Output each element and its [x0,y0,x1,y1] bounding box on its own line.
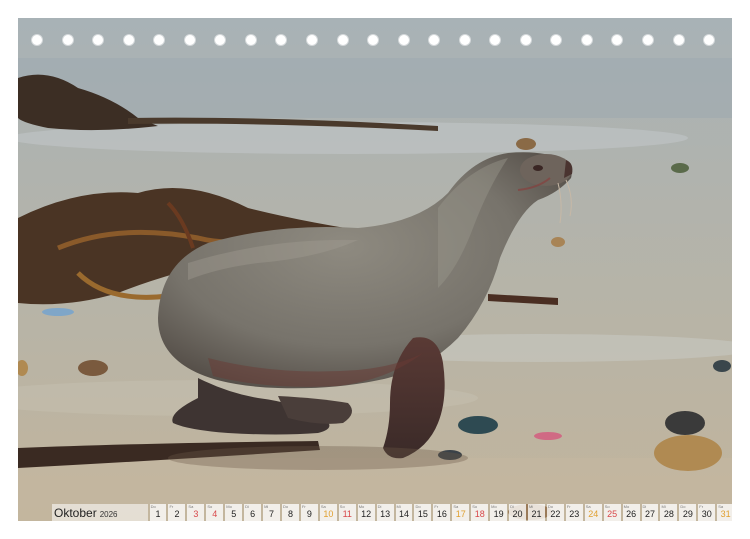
day-number: 26 [626,509,637,519]
month-label: Oktober 2026 [52,504,148,521]
day-cell: Mi 7 [263,504,281,521]
day-number: 31 [720,509,731,519]
day-cell: So 11 [338,504,356,521]
photo-illustration [18,18,732,521]
day-cell: Mi 28 [660,504,678,521]
day-number: 19 [493,509,504,519]
day-cell: Mo 19 [490,504,508,521]
day-cell: Di 13 [376,504,394,521]
binding-hole [428,34,441,46]
day-cell: So 18 [471,504,489,521]
binding-hole [367,34,380,46]
day-cell: Sa 31 [717,504,732,521]
day-number: 5 [231,509,237,519]
day-number: 8 [287,509,293,519]
binding-hole [703,34,716,46]
month-name: Oktober [54,506,97,520]
binding-hole [153,34,166,46]
day-number: 3 [193,509,199,519]
day-number: 28 [663,509,674,519]
day-cell: Fr 2 [168,504,186,521]
binding-hole [611,34,624,46]
seal-beach-photo: Oktober 2026 Do 1 Fr 2 Sa 3 So 4 Mo 5 Di 6 Mi 7 Do 8 Fr 9… [18,18,732,521]
binding-hole [397,34,410,46]
day-cell: Mo 26 [622,504,640,521]
binding-hole [214,34,227,46]
binding-hole [336,34,349,46]
day-cell: Mo 5 [225,504,243,521]
day-number: 20 [512,509,523,519]
binding-hole [458,34,471,46]
day-cell: Sa 24 [584,504,602,521]
day-number: 27 [644,509,655,519]
day-cell: Sa 3 [187,504,205,521]
day-number: 22 [550,509,561,519]
day-cell: Do 8 [282,504,299,521]
day-number: 25 [607,509,618,519]
day-cell: Fr 16 [433,504,451,521]
day-number: 4 [212,509,218,519]
day-number: 21 [531,509,542,519]
binding-hole [244,34,257,46]
day-cell: Sa 10 [319,504,337,521]
day-cell: Di 6 [244,504,262,521]
binding-hole [672,34,685,46]
binding-hole [275,34,288,46]
day-number: 12 [361,509,372,519]
binding-hole [550,34,563,46]
binding-hole [519,34,532,46]
day-cell: Do 29 [679,504,697,521]
day-number: 29 [682,509,693,519]
day-cell: Do 22 [546,504,564,521]
day-cell: Do 15 [414,504,432,521]
day-number: 6 [250,509,256,519]
day-number: 7 [269,509,275,519]
day-cell: Sa 17 [452,504,470,521]
binding-hole [305,34,318,46]
day-number: 23 [569,509,580,519]
day-number: 15 [417,509,428,519]
day-cell: Do 1 [149,504,167,521]
binding-holes [18,18,732,60]
calendar-day-strip: Oktober 2026 Do 1 Fr 2 Sa 3 So 4 Mo 5 Di 6 Mi 7 Do 8 Fr 9… [52,504,732,521]
day-cell: Mo 12 [357,504,375,521]
day-number: 9 [306,509,312,519]
day-cell: Mi 14 [395,504,413,521]
binding-hole [489,34,502,46]
day-cell: Fr 9 [300,504,318,521]
day-cell: Di 20 [509,504,526,521]
day-number: 2 [174,509,180,519]
binding-hole [580,34,593,46]
day-number: 13 [380,509,391,519]
calendar-page: Oktober 2026 Do 1 Fr 2 Sa 3 So 4 Mo 5 Di 6 Mi 7 Do 8 Fr 9… [0,0,750,539]
day-number: 16 [436,509,447,519]
binding-hole [92,34,105,46]
month-year: 2026 [99,510,118,519]
day-number: 17 [455,509,466,519]
day-number: 10 [323,509,334,519]
day-cell: Di 27 [641,504,659,521]
day-cell: Mi 21 [528,504,545,521]
binding-hole [122,34,135,46]
day-number: 14 [399,509,410,519]
day-cell: So 4 [206,504,224,521]
binding-hole [61,34,74,46]
day-number: 1 [155,509,161,519]
day-number: 30 [701,509,712,519]
binding-hole [31,34,43,46]
day-number: 24 [588,509,599,519]
day-number: 11 [342,509,352,519]
binding-hole [642,34,654,46]
day-cell: Fr 30 [698,504,716,521]
day-cell: So 25 [603,504,621,521]
binding-hole [183,34,196,46]
day-cell: Fr 23 [565,504,583,521]
day-number: 18 [474,509,485,519]
